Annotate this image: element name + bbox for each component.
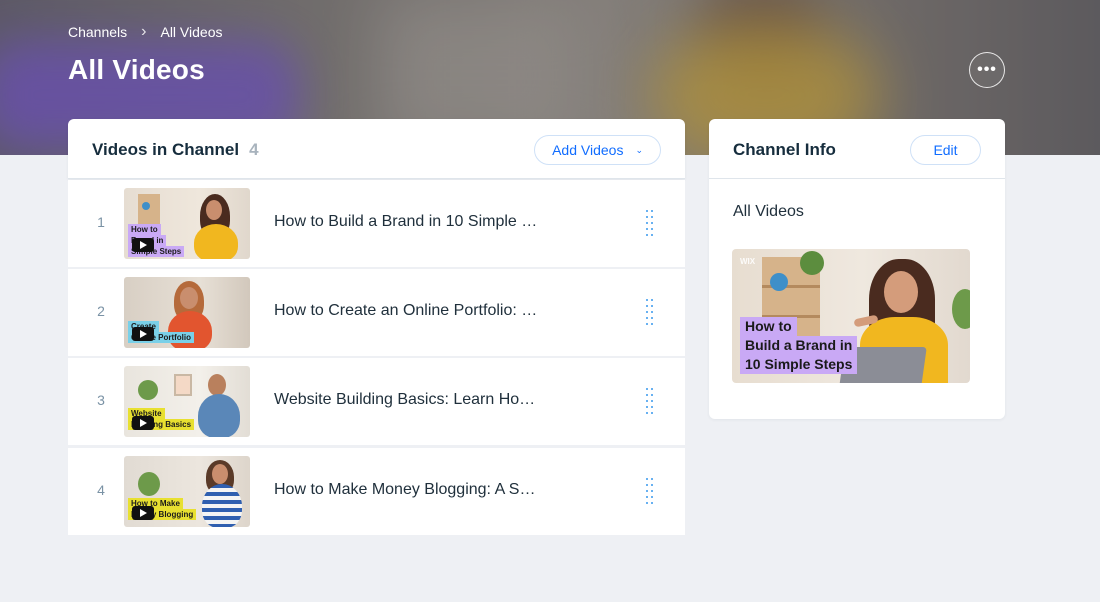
breadcrumb-current: All Videos bbox=[160, 24, 223, 40]
play-icon bbox=[132, 416, 154, 430]
play-icon bbox=[132, 506, 154, 520]
channel-info-panel: Channel Info Edit All Videos WIX How to … bbox=[709, 119, 1005, 419]
video-count: 4 bbox=[249, 140, 259, 159]
video-thumbnail[interactable]: How to Make Money Blogging bbox=[124, 456, 250, 527]
video-thumbnail[interactable]: How to Brand in Simple Steps bbox=[124, 188, 250, 259]
drag-handle-icon[interactable] bbox=[646, 210, 654, 236]
video-thumbnail[interactable]: Website Building Basics bbox=[124, 366, 250, 437]
more-horizontal-icon: ••• bbox=[977, 61, 997, 78]
video-title[interactable]: How to Create an Online Portfolio: … bbox=[274, 302, 537, 320]
videos-panel-title: Videos in Channel 4 bbox=[92, 140, 259, 159]
play-icon bbox=[132, 327, 154, 341]
video-row[interactable]: 2 Create Online Portfolio How to Create … bbox=[68, 269, 685, 356]
video-title[interactable]: Website Building Basics: Learn Ho… bbox=[274, 391, 535, 409]
breadcrumb: Channels › All Videos bbox=[68, 23, 223, 41]
video-row[interactable]: 1 How to Brand in Simple Steps How to Bu… bbox=[68, 180, 685, 267]
edit-button[interactable]: Edit bbox=[910, 135, 981, 165]
add-videos-button[interactable]: Add Videos ⌄ bbox=[534, 135, 661, 165]
video-index: 4 bbox=[97, 482, 105, 498]
drag-handle-icon[interactable] bbox=[646, 478, 654, 504]
chevron-down-icon: ⌄ bbox=[635, 144, 643, 155]
channel-info-title: Channel Info bbox=[733, 140, 836, 159]
more-actions-button[interactable]: ••• bbox=[969, 52, 1005, 88]
video-index: 2 bbox=[97, 303, 105, 319]
chevron-right-icon: › bbox=[141, 23, 147, 40]
video-thumbnail[interactable]: Create Online Portfolio bbox=[124, 277, 250, 348]
video-title[interactable]: How to Make Money Blogging: A S… bbox=[274, 481, 535, 499]
channel-name: All Videos bbox=[733, 203, 804, 220]
videos-panel-header: Videos in Channel 4 Add Videos ⌄ bbox=[68, 119, 685, 179]
video-row[interactable]: 3 Website Building Basics Website Buildi… bbox=[68, 358, 685, 445]
breadcrumb-channels-link[interactable]: Channels bbox=[68, 24, 127, 40]
page-title: All Videos bbox=[68, 54, 205, 85]
video-index: 1 bbox=[97, 214, 105, 230]
drag-handle-icon[interactable] bbox=[646, 388, 654, 414]
video-row[interactable]: 4 How to Make Money Blogging How to Make… bbox=[68, 448, 685, 535]
drag-handle-icon[interactable] bbox=[646, 299, 654, 325]
channel-cover-image: WIX How to Build a Brand in 10 Simple St… bbox=[732, 249, 970, 383]
channel-info-header: Channel Info Edit bbox=[709, 119, 1005, 179]
video-title[interactable]: How to Build a Brand in 10 Simple … bbox=[274, 213, 537, 231]
video-index: 3 bbox=[97, 392, 105, 408]
play-icon bbox=[132, 238, 154, 252]
